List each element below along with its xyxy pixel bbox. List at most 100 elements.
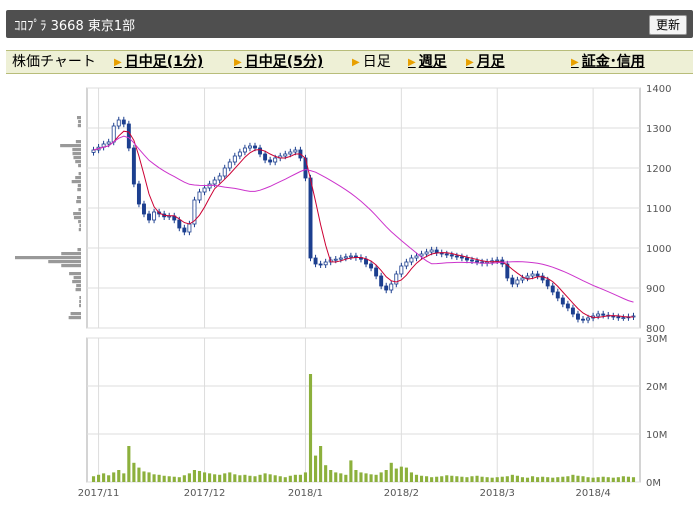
tab-intraday-5min[interactable]: ▶ 日中足(5分) xyxy=(234,53,323,72)
volume-profile-bar xyxy=(71,180,81,184)
price-tick-label: 1000 xyxy=(646,244,671,255)
volume-bar xyxy=(238,475,242,482)
volume-profile-bar xyxy=(70,312,81,316)
candle-body xyxy=(147,213,151,221)
volume-bar xyxy=(399,466,403,482)
tab-label: 週足 xyxy=(418,54,447,70)
volume-bar xyxy=(621,476,625,482)
candle-body xyxy=(212,179,217,185)
tab-weekly[interactable]: ▶ 週足 xyxy=(408,53,447,72)
volume-bar xyxy=(298,474,302,482)
candle-body xyxy=(581,318,585,321)
volume-profile-bar xyxy=(76,116,81,120)
volume-bar xyxy=(465,477,469,482)
candle-body xyxy=(520,277,525,281)
volume-bar xyxy=(586,477,590,482)
candle-body xyxy=(464,257,469,261)
candle-body xyxy=(222,167,227,177)
volume-bar xyxy=(445,475,449,482)
volume-bar xyxy=(460,476,464,482)
volume-bar xyxy=(248,475,252,482)
refresh-button[interactable]: 更新 xyxy=(648,15,687,35)
tab-margin-credit[interactable]: ▶ 証金･信用 xyxy=(571,53,645,72)
tab-monthly[interactable]: ▶ 月足 xyxy=(466,53,505,72)
candle-body xyxy=(333,258,338,261)
price-chart: 800900100011001200130014000M10M20M30M201… xyxy=(15,84,671,499)
volume-bar xyxy=(344,474,348,482)
volume-bar xyxy=(500,476,504,482)
candle-body xyxy=(459,256,464,259)
volume-bar xyxy=(197,470,202,482)
volume-profile-bar xyxy=(75,160,81,164)
tab-label: 月足 xyxy=(476,54,505,70)
candle-body xyxy=(510,277,515,285)
x-tick-label: 2017/12 xyxy=(184,488,226,499)
candle-body xyxy=(242,147,247,153)
volume-bar xyxy=(369,474,373,482)
volume-bar xyxy=(258,474,262,482)
volume-bar xyxy=(218,474,222,482)
volume-bar xyxy=(510,474,514,482)
candle-body xyxy=(530,273,535,277)
volume-bar xyxy=(283,477,287,482)
x-tick-label: 2018/2 xyxy=(384,488,419,499)
volume-profile-bar xyxy=(68,316,81,320)
stock-title: ｺﾛﾌﾟﾗ 3668 東京1部 xyxy=(14,19,136,34)
volume-bar xyxy=(480,476,484,482)
price-tick-label: 900 xyxy=(646,284,665,295)
volume-bar xyxy=(228,472,232,482)
volume-profile-bar xyxy=(78,228,81,232)
volume-profile-bar xyxy=(77,124,81,128)
candle-body xyxy=(374,267,379,277)
volume-profile-bar xyxy=(15,256,81,260)
volume-bar xyxy=(117,470,121,482)
volume-bar xyxy=(616,477,620,482)
chart-tab-bar: 株価チャート ▶ 日中足(1分) ▶ 日中足(5分) ▶ 日足 ▶ 週足 ▶ 月足 ▶ 証金… xyxy=(6,50,693,74)
volume-bar xyxy=(450,475,454,482)
volume-bar xyxy=(520,477,525,482)
volume-bar xyxy=(107,475,111,482)
candle-body xyxy=(288,151,293,155)
volume-bar xyxy=(606,477,610,482)
price-tick-label: 1300 xyxy=(646,124,671,135)
volume-bar xyxy=(581,476,585,482)
volume-bar xyxy=(102,473,106,482)
volume-bar xyxy=(187,473,191,482)
volume-tick-label: 20M xyxy=(646,382,667,393)
volume-panel xyxy=(86,337,641,483)
volume-bar xyxy=(515,475,519,482)
volume-bar xyxy=(91,476,96,482)
volume-profile-bar xyxy=(69,272,81,276)
volume-profile-bar xyxy=(79,300,81,304)
candle-body xyxy=(404,261,409,267)
candle-body xyxy=(343,256,348,259)
candle-body xyxy=(177,219,182,229)
volume-bar xyxy=(253,476,257,482)
arrow-icon: ▶ xyxy=(352,57,360,68)
candle-body xyxy=(576,313,580,320)
candle-body xyxy=(596,313,601,317)
candle-body xyxy=(621,317,626,320)
tab-label: 日中足(5分) xyxy=(244,54,324,70)
candle-body xyxy=(116,119,121,127)
volume-bar xyxy=(349,460,353,482)
candle-body xyxy=(111,125,116,143)
volume-profile-bar xyxy=(78,120,81,124)
volume-profile-bar xyxy=(79,296,81,300)
volume-bar xyxy=(243,474,247,482)
x-tick-label: 2017/11 xyxy=(78,488,120,499)
candle-body xyxy=(237,151,242,157)
volume-profile-bar xyxy=(76,196,81,200)
volume-bar xyxy=(202,472,207,482)
volume-bar xyxy=(177,477,181,482)
volume-tick-label: 10M xyxy=(646,430,667,441)
candle-body xyxy=(227,161,232,169)
candle-body xyxy=(444,253,449,256)
volume-bar xyxy=(561,476,565,482)
volume-bar xyxy=(334,472,338,482)
candle-body xyxy=(217,175,222,181)
candle-body xyxy=(91,149,96,153)
tab-intraday-1min[interactable]: ▶ 日中足(1分) xyxy=(114,53,203,72)
volume-bar xyxy=(329,470,333,482)
arrow-icon: ▶ xyxy=(571,57,579,68)
